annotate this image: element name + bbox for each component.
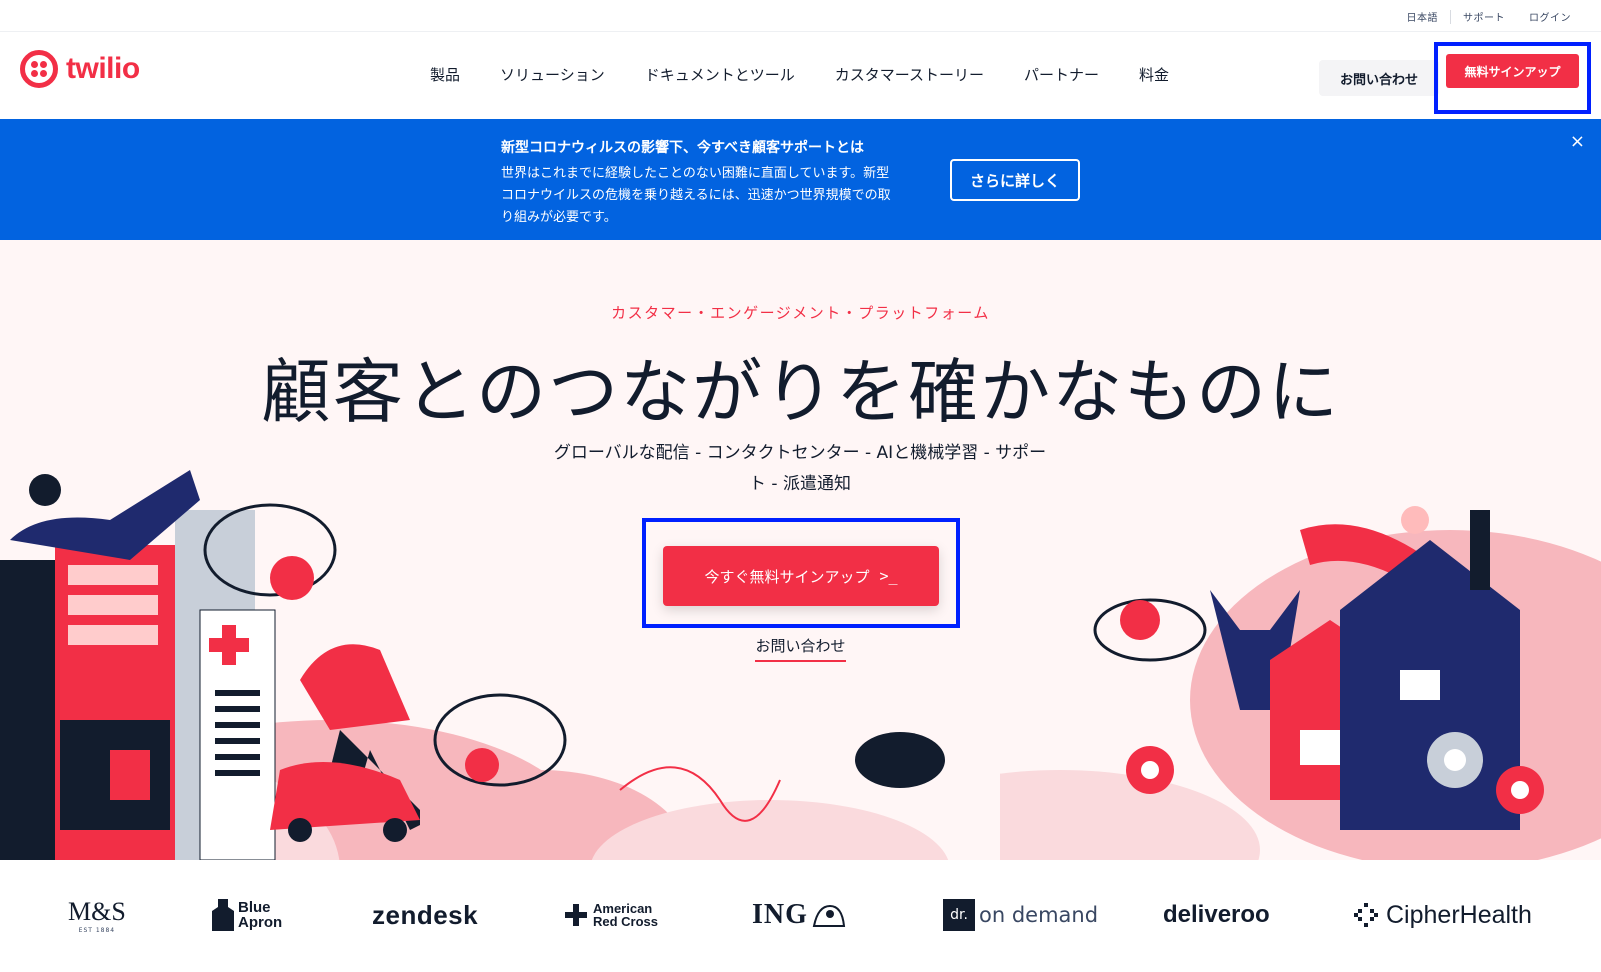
covid-banner: 新型コロナウィルスの影響下、今すべき顧客サポートとは 世界はこれまでに経験したこ… [0,119,1601,240]
main-nav: 製品 ソリューション ドキュメントとツール カスタマーストーリー パートナー 料… [430,64,1209,85]
utility-links: 日本語 サポート ログイン [1395,9,1584,24]
logo-zendesk: zendesk [372,890,478,940]
deliveroo-wordmark: deliveroo [1163,901,1270,928]
logo-marks-and-spencer: M&S EST 1884 [68,890,126,940]
nav-item-partners[interactable]: パートナー [1024,64,1099,85]
twilio-logo[interactable]: twilio [20,50,140,88]
contact-sales-button[interactable]: お問い合わせ [1319,60,1439,96]
hero-contact-link[interactable]: お問い合わせ [755,635,846,662]
zendesk-wordmark: zendesk [372,899,479,930]
page: 日本語 サポート ログイン twilio 製品 ソリューション ドキュメントとツ… [0,0,1601,972]
language-link[interactable]: 日本語 [1395,9,1451,24]
logo-text: twilio [66,52,140,85]
nav-item-solutions[interactable]: ソリューション [500,64,605,85]
close-icon[interactable]: × [1570,131,1585,152]
hero-eyebrow: カスタマー・エンゲージメント・プラットフォーム [611,304,990,322]
terminal-prompt-icon: >_ [879,567,898,585]
cipherhealth-wordmark: CipherHealth [1386,900,1532,929]
banner-title: 新型コロナウィルスの影響下、今すべき顧客サポートとは [501,140,865,156]
blue-apron-line-1: Blue [238,899,271,916]
nav-item-customer-stories[interactable]: カスタマーストーリー [835,64,984,85]
hero-contact-link-wrap: お問い合わせ [0,635,1601,662]
dr-box-icon: dr. [943,899,975,931]
logo-dr-on-demand: dr. on demand [943,890,1098,940]
hero-signup-button[interactable]: 今すぐ無料サインアップ >_ [663,546,939,606]
twilio-logo-icon [20,50,58,88]
free-signup-button[interactable]: 無料サインアップ [1446,54,1579,88]
logo-american-red-cross: American Red Cross [565,890,658,940]
hero-signup-label: 今すぐ無料サインアップ [704,567,870,586]
cta-highlight-box: 今すぐ無料サインアップ >_ [642,518,960,628]
arc-line-2: Red Cross [593,914,659,929]
blue-apron-line-2: Apron [238,914,283,931]
support-link[interactable]: サポート [1451,9,1517,24]
logo-deliveroo: deliveroo [1163,890,1270,940]
dr-wordmark: on demand [979,903,1099,927]
ms-est: EST 1884 [78,926,116,934]
ing-wordmark: ING [752,899,808,930]
nav-item-docs[interactable]: ドキュメントとツール [645,64,795,85]
hero-subhead: グローバルな配信 - コンタクトセンター - AIと機械学習 - サポート - … [553,443,1047,494]
site-header: twilio 製品 ソリューション ドキュメントとツール カスタマーストーリー … [0,32,1601,118]
customer-logos: M&S EST 1884 Blue Apron zendesk American… [0,860,1601,972]
signup-highlight-box: 無料サインアップ [1434,42,1591,114]
nav-item-pricing[interactable]: 料金 [1139,64,1169,85]
ms-wordmark: M&S [68,896,126,926]
logo-blue-apron: Blue Apron [212,890,282,940]
logo-ing: ING [752,890,846,940]
cipher-dots-icon [1354,903,1378,927]
arc-wordmark: American Red Cross [593,902,658,928]
apron-icon [212,899,234,931]
lion-icon [812,904,846,927]
logo-cipherhealth: CipherHealth [1352,890,1532,940]
utility-bar: 日本語 サポート ログイン [0,0,1601,32]
login-link[interactable]: ログイン [1517,9,1583,24]
hero-headline: 顧客とのつながりを確かなものに [260,351,1341,433]
hero-illustration-right [1000,506,1601,860]
red-cross-icon [565,904,587,926]
banner-body: 世界はこれまでに経験したことのない困難に直面しています。新型コロナウイルスの危機… [501,166,891,225]
learn-more-button[interactable]: さらに詳しく [950,159,1080,201]
hero-section: カスタマー・エンゲージメント・プラットフォーム 顧客とのつながりを確かなものに … [0,240,1601,860]
nav-item-products[interactable]: 製品 [430,64,460,85]
blue-apron-wordmark: Blue Apron [238,900,282,930]
